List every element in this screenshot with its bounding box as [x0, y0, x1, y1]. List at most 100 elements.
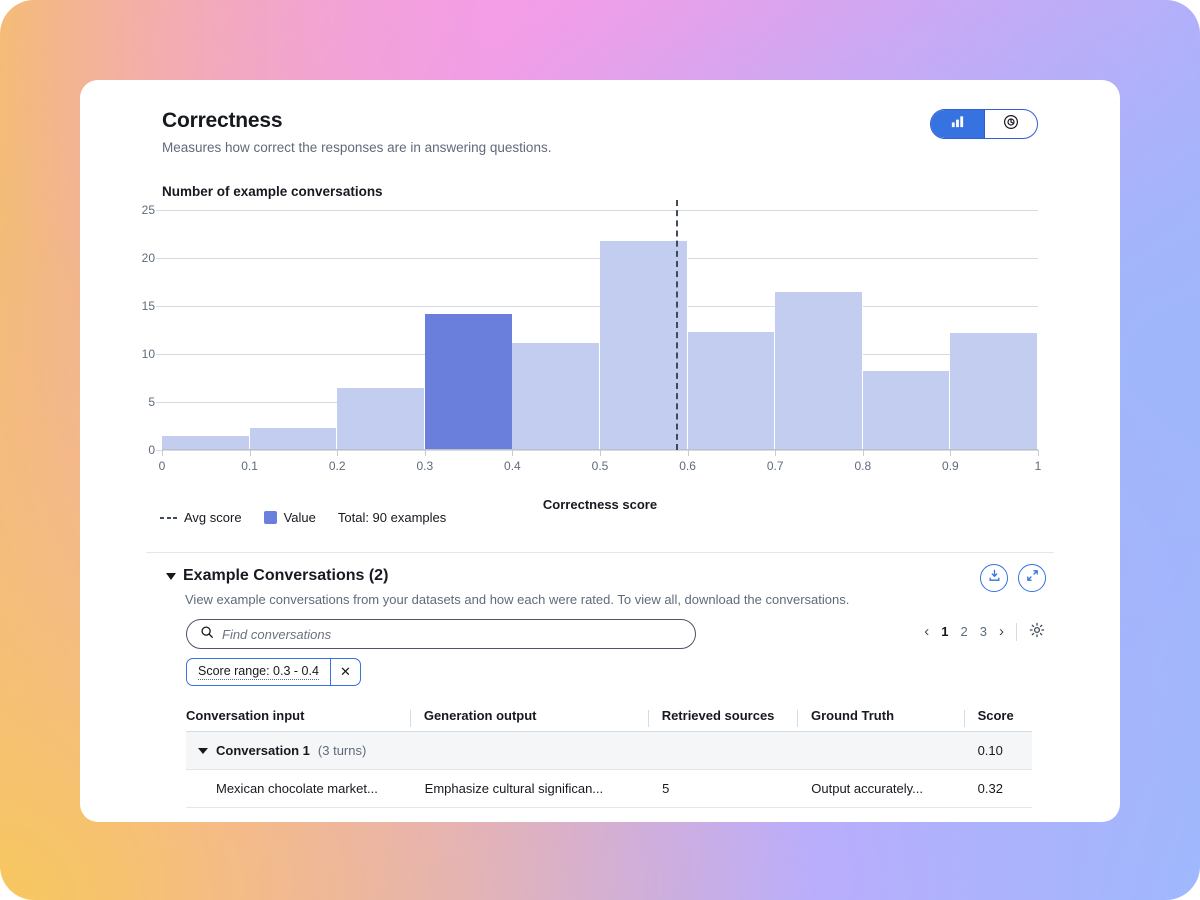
y-axis-label: 20	[141, 251, 155, 265]
histogram-bar[interactable]	[424, 313, 513, 450]
gear-icon[interactable]	[1029, 622, 1045, 641]
x-axis-label: 0.3	[416, 459, 434, 473]
filter-chip-score-range[interactable]: Score range: 0.3 - 0.4 ✕	[186, 658, 361, 686]
conversation-input-cell: Mexican chocolate market...	[216, 781, 378, 796]
column-header-conversation-input[interactable]: Conversation input	[186, 708, 410, 723]
x-axis-label: 0.6	[679, 459, 696, 473]
chevron-right-icon[interactable]: ›	[999, 623, 1004, 640]
x-axis-label: 0.8	[854, 459, 872, 473]
y-axis-label: 25	[141, 203, 155, 217]
histogram-bar[interactable]	[512, 343, 600, 450]
section-divider	[146, 552, 1054, 553]
toggle-bar-chart-view[interactable]	[931, 110, 984, 138]
x-axis-label: 0.1	[241, 459, 258, 473]
histogram-bar[interactable]	[687, 331, 776, 450]
pagination-divider	[1016, 622, 1017, 641]
histogram-bar[interactable]	[950, 332, 1038, 450]
x-axis-label: 0.2	[328, 459, 346, 473]
retrieved-sources-cell[interactable]: 5	[662, 781, 797, 796]
column-header-score[interactable]: Score	[963, 708, 1032, 727]
conversations-table: Conversation input Generation output Ret…	[186, 700, 1032, 808]
column-header-generation-output[interactable]: Generation output	[409, 708, 648, 727]
column-header-ground-truth[interactable]: Ground Truth	[797, 708, 964, 727]
chevron-left-icon[interactable]: ‹	[924, 623, 929, 640]
section-actions	[980, 564, 1046, 592]
histogram-bar[interactable]	[249, 427, 338, 450]
search-input[interactable]	[222, 626, 682, 642]
page-1-button[interactable]: 1	[941, 624, 948, 639]
chart-title: Number of example conversations	[162, 184, 383, 199]
y-axis-label: 10	[141, 347, 155, 361]
close-icon[interactable]: ✕	[329, 659, 360, 685]
x-axis-tick	[337, 450, 339, 456]
collapse-caret-icon[interactable]	[166, 572, 176, 580]
y-axis-label: 15	[141, 299, 155, 313]
x-axis-tick	[775, 450, 777, 456]
view-toggle[interactable]	[930, 109, 1038, 139]
search-icon	[200, 625, 214, 644]
legend-item-value: Value	[263, 510, 316, 525]
donut-chart-icon	[1003, 114, 1019, 135]
histogram-plot: 0 5 10 15 20 25 0 0.1 0.2 0.3 0.4 0.5 0.6 0.7 0.8 0.9 1	[142, 200, 1041, 473]
grid-line	[162, 210, 1038, 211]
x-axis-label: 1	[1034, 459, 1042, 473]
histogram-bar[interactable]	[162, 435, 250, 450]
conversation-group-cell: Conversation 1 (3 turns)	[186, 743, 410, 758]
toggle-donut-chart-view[interactable]	[984, 110, 1037, 138]
score-cell[interactable]: 0.32	[977, 781, 1032, 796]
y-axis-tick	[156, 402, 162, 403]
card-header: Correctness Measures how correct the res…	[162, 109, 551, 155]
x-axis-label: 0.4	[504, 459, 521, 473]
x-axis-tick	[862, 450, 864, 456]
screenshot-stage: Correctness Measures how correct the res…	[0, 0, 1200, 900]
x-axis-tick	[424, 450, 426, 456]
pagination: ‹ 1 2 3 ›	[924, 622, 1045, 641]
legend-swatch-icon	[263, 511, 277, 524]
expand-button[interactable]	[1018, 564, 1046, 592]
x-axis-tick	[600, 450, 601, 456]
x-axis-tick	[687, 450, 689, 456]
legend-label-value: Value	[283, 510, 316, 525]
table-row[interactable]: Mexican chocolate market... Emphasize cu…	[186, 770, 1032, 808]
generation-output-cell: Emphasize cultural significan...	[424, 781, 604, 796]
histogram-bar[interactable]	[862, 371, 951, 450]
score-cell: 0.10	[977, 743, 1003, 758]
y-axis-tick	[156, 258, 162, 259]
page-2-button[interactable]: 2	[961, 624, 968, 639]
bar-chart-icon	[950, 114, 965, 134]
conversation-name: Conversation 1	[216, 743, 310, 758]
conversation-turns: (3 turns)	[317, 743, 367, 758]
row-expand-caret-icon[interactable]	[198, 747, 208, 754]
dashed-line-icon	[160, 516, 177, 519]
histogram-bar[interactable]	[337, 387, 425, 450]
column-header-retrieved-sources[interactable]: Retrieved sources	[647, 708, 797, 727]
x-axis-label: 0.5	[591, 459, 609, 473]
x-axis-tick	[950, 450, 952, 456]
table-row[interactable]: Conversation 1 (3 turns) 0.10	[186, 732, 1032, 770]
search-conversations[interactable]	[186, 619, 696, 649]
x-axis-label: 0.9	[942, 459, 959, 473]
legend-total: Total: 90 examples	[337, 510, 447, 525]
section-title: Example Conversations (2)	[183, 567, 389, 584]
chart-legend: Avg score Value Total: 90 examples	[160, 510, 446, 525]
x-axis-label: 0.7	[766, 459, 784, 473]
y-axis-tick	[156, 210, 162, 211]
histogram-bar[interactable]	[775, 291, 863, 450]
avg-score-line	[676, 200, 679, 450]
section-description: View example conversations from your dat…	[185, 592, 850, 607]
x-axis-tick	[162, 450, 163, 456]
page-3-button[interactable]: 3	[980, 624, 987, 639]
download-button[interactable]	[980, 564, 1008, 592]
legend-label-avg-score: Avg score	[184, 510, 242, 525]
y-axis-label: 5	[148, 395, 155, 409]
legend-item-avg-score: Avg score	[160, 510, 242, 525]
y-axis-tick	[156, 306, 162, 307]
x-axis-tick	[1038, 450, 1039, 456]
metric-card: Correctness Measures how correct the res…	[80, 80, 1120, 822]
x-axis-tick	[249, 450, 251, 456]
y-axis-label: 0	[148, 443, 155, 457]
y-axis-tick	[156, 354, 162, 355]
page-title: Correctness	[162, 109, 283, 132]
histogram-bar[interactable]	[600, 240, 688, 450]
x-axis-label: 0	[158, 459, 166, 473]
